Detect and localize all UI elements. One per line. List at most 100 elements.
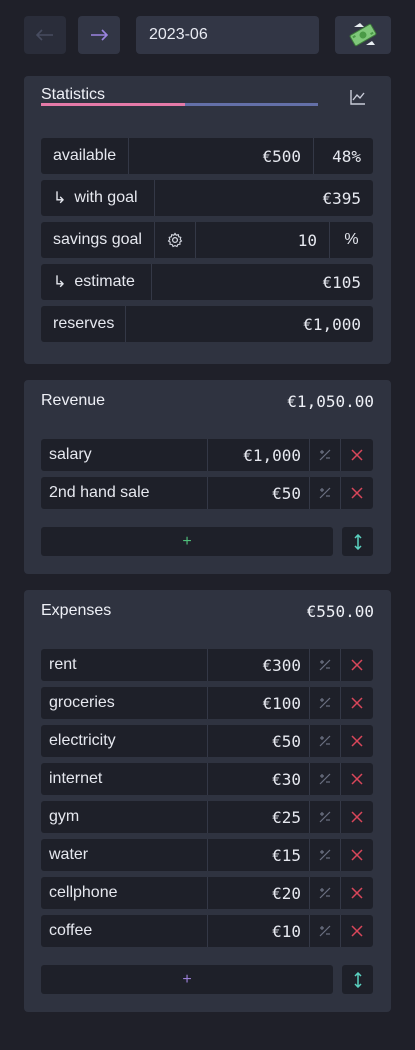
next-month-button[interactable]	[78, 16, 120, 54]
month-input[interactable]: 2023-06	[136, 16, 319, 54]
savings-goal-label: savings goal	[41, 222, 155, 258]
percent-icon	[319, 449, 331, 461]
expense-item-row: internet €30	[41, 763, 373, 795]
savings-goal-settings-button[interactable]	[155, 222, 196, 258]
with-goal-value: €395	[322, 188, 361, 208]
sub-arrow-icon: ↳	[53, 274, 67, 291]
available-label: available	[41, 138, 129, 174]
expense-item-amount[interactable]: €30	[208, 763, 310, 795]
savings-goal-row: savings goal 10 %	[41, 222, 373, 258]
expense-item-row: water €15	[41, 839, 373, 871]
expense-item-amount[interactable]: €15	[208, 839, 310, 871]
delete-button[interactable]	[341, 801, 373, 833]
delete-button[interactable]	[341, 477, 373, 509]
delete-button[interactable]	[341, 649, 373, 681]
percent-icon	[319, 487, 331, 499]
expenses-panel: Expenses €550.00 rent €300 groceries €100 el…	[24, 590, 391, 1012]
revenue-item-row: 2nd hand sale €50	[41, 477, 373, 509]
money-button[interactable]	[335, 16, 391, 54]
close-icon	[351, 659, 363, 671]
percent-toggle-button[interactable]	[310, 477, 341, 509]
percent-icon	[319, 773, 331, 785]
expenses-total: €550.00	[306, 602, 374, 621]
revenue-panel: Revenue €1,050.00 salary €1,000 2nd hand s…	[24, 380, 391, 574]
statistics-title: Statistics	[41, 86, 106, 103]
savings-goal-input[interactable]: 10	[196, 222, 330, 258]
expense-item-name[interactable]: coffee	[41, 915, 208, 947]
chart-button[interactable]	[349, 88, 367, 106]
delete-button[interactable]	[341, 725, 373, 757]
available-row: available €500 48%	[41, 138, 373, 174]
estimate-label: estimate	[74, 273, 135, 290]
estimate-value: €105	[322, 272, 361, 292]
top-bar: 2023-06	[24, 16, 391, 54]
percent-icon	[319, 887, 331, 899]
delete-button[interactable]	[341, 763, 373, 795]
percent-icon	[319, 659, 331, 671]
close-icon	[351, 697, 363, 709]
expense-item-amount[interactable]: €10	[208, 915, 310, 947]
close-icon	[351, 925, 363, 937]
close-icon	[351, 735, 363, 747]
previous-month-button[interactable]	[24, 16, 66, 54]
gear-icon	[167, 232, 183, 248]
sort-icon	[353, 971, 362, 988]
expense-item-row: coffee €10	[41, 915, 373, 947]
expense-item-row: rent €300	[41, 649, 373, 681]
percent-toggle-button[interactable]	[310, 763, 341, 795]
expense-item-name[interactable]: gym	[41, 801, 208, 833]
expense-item-amount[interactable]: €50	[208, 725, 310, 757]
percent-toggle-button[interactable]	[310, 687, 341, 719]
revenue-item-row: salary €1,000	[41, 439, 373, 471]
reserves-value[interactable]: €1,000	[126, 306, 373, 342]
revenue-item-name[interactable]: salary	[41, 439, 208, 471]
savings-goal-unit: %	[344, 231, 359, 248]
delete-button[interactable]	[341, 439, 373, 471]
expense-item-amount[interactable]: €20	[208, 877, 310, 909]
expense-item-amount[interactable]: €25	[208, 801, 310, 833]
delete-button[interactable]	[341, 877, 373, 909]
add-expense-button[interactable]: +	[41, 965, 333, 994]
expense-item-row: electricity €50	[41, 725, 373, 757]
expense-item-name[interactable]: internet	[41, 763, 208, 795]
expense-item-name[interactable]: rent	[41, 649, 208, 681]
revenue-item-amount[interactable]: €50	[208, 477, 310, 509]
revenue-item-name[interactable]: 2nd hand sale	[41, 477, 208, 509]
expense-item-name[interactable]: groceries	[41, 687, 208, 719]
percent-toggle-button[interactable]	[310, 839, 341, 871]
reserves-row: reserves €1,000	[41, 306, 373, 342]
delete-button[interactable]	[341, 839, 373, 871]
delete-button[interactable]	[341, 687, 373, 719]
revenue-item-amount[interactable]: €1,000	[208, 439, 310, 471]
revenue-title: Revenue	[41, 392, 106, 409]
arrow-left-icon	[36, 29, 53, 41]
close-icon	[351, 449, 363, 461]
percent-toggle-button[interactable]	[310, 649, 341, 681]
expense-item-name[interactable]: cellphone	[41, 877, 208, 909]
statistics-tab-indicator	[41, 103, 185, 106]
percent-icon	[319, 925, 331, 937]
expense-item-row: cellphone €20	[41, 877, 373, 909]
percent-toggle-button[interactable]	[310, 801, 341, 833]
expense-item-amount[interactable]: €100	[208, 687, 310, 719]
revenue-total: €1,050.00	[287, 392, 374, 411]
delete-button[interactable]	[341, 915, 373, 947]
sort-revenue-button[interactable]	[342, 527, 373, 556]
estimate-label-cell: ↳ estimate	[41, 264, 152, 300]
add-revenue-button[interactable]: +	[41, 527, 333, 556]
percent-icon	[319, 697, 331, 709]
expense-item-amount[interactable]: €300	[208, 649, 310, 681]
percent-toggle-button[interactable]	[310, 915, 341, 947]
with-goal-label: with goal	[74, 189, 138, 206]
expense-item-name[interactable]: water	[41, 839, 208, 871]
flying-money-icon	[349, 23, 377, 47]
with-goal-label-cell: ↳ with goal	[41, 180, 155, 216]
expenses-title: Expenses	[41, 602, 112, 619]
statistics-panel: Statistics available €500 48% ↳ with goa…	[24, 76, 391, 364]
percent-toggle-button[interactable]	[310, 725, 341, 757]
expense-item-name[interactable]: electricity	[41, 725, 208, 757]
percent-toggle-button[interactable]	[310, 439, 341, 471]
sort-expenses-button[interactable]	[342, 965, 373, 994]
percent-toggle-button[interactable]	[310, 877, 341, 909]
percent-icon	[319, 849, 331, 861]
